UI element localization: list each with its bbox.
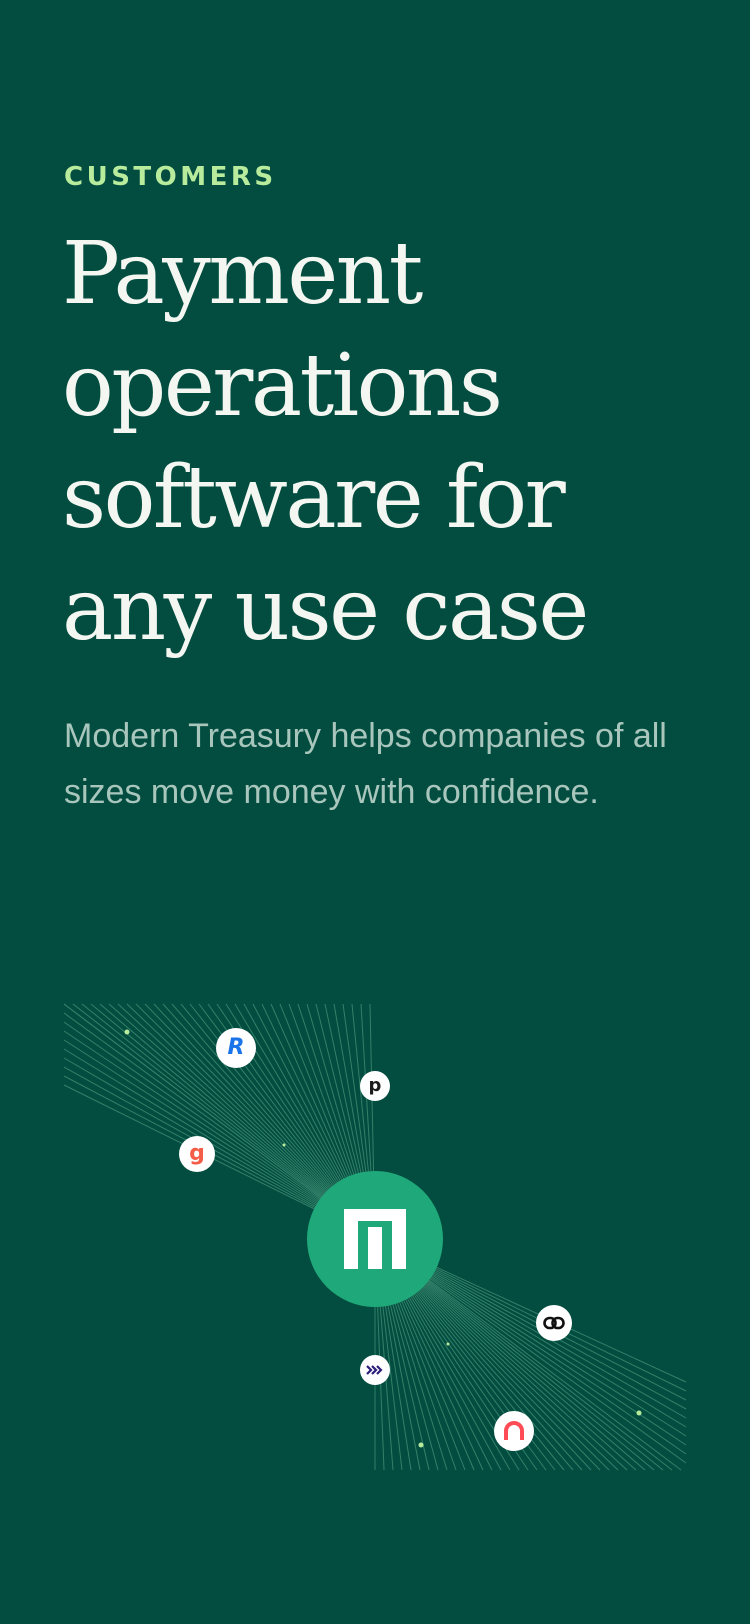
sparkle-dot bbox=[636, 1410, 642, 1416]
pipe-logo-icon: p bbox=[360, 1071, 390, 1101]
arrows-logo-icon bbox=[360, 1355, 390, 1385]
modern-treasury-mark bbox=[344, 1209, 406, 1269]
arch-logo-icon bbox=[494, 1411, 534, 1451]
sparkle-dot bbox=[446, 1342, 450, 1346]
sparkle-dot bbox=[282, 1143, 286, 1147]
chain-link-logo-icon bbox=[536, 1305, 572, 1341]
gusto-logo-icon: g bbox=[179, 1136, 215, 1172]
sparkle-dot bbox=[124, 1029, 130, 1035]
modern-treasury-logo-icon bbox=[307, 1171, 443, 1307]
revolut-logo-icon: R bbox=[216, 1028, 256, 1068]
sparkle-dot bbox=[418, 1442, 424, 1448]
